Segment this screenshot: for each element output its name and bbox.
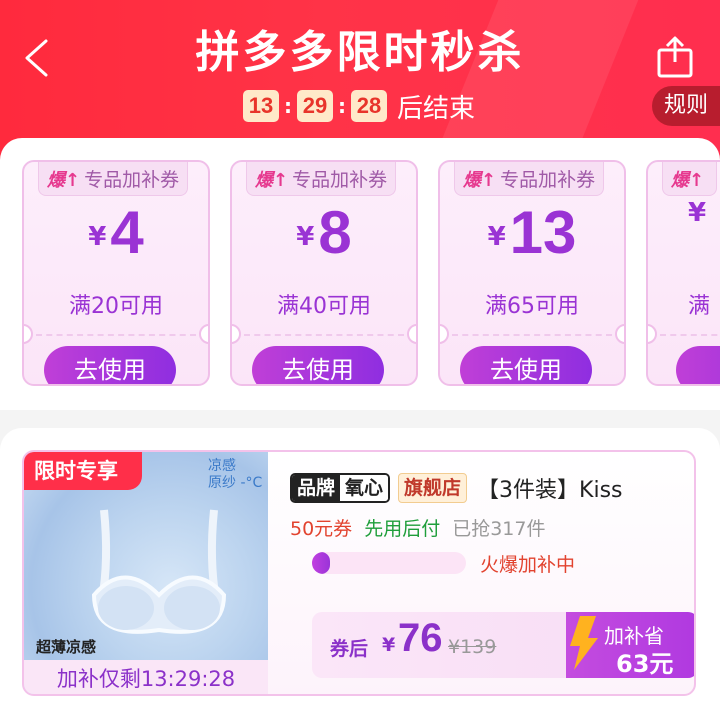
coupon-label: 50元券: [290, 518, 353, 540]
cool-label-line-1: 凉感: [208, 458, 236, 474]
countdown-suffix: 后结束: [397, 93, 476, 124]
rules-button[interactable]: 规则: [652, 86, 720, 126]
coupon-divider: [452, 334, 612, 336]
coupon-value: 8: [318, 199, 352, 266]
currency-symbol: ¥: [487, 222, 506, 252]
coupon-notch: [440, 324, 449, 344]
pay-later-label: 先用后付: [364, 518, 441, 540]
use-coupon-button[interactable]: [676, 346, 720, 384]
coupon-panel: 爆↑ 专品加补券 ¥4 满20可用 去使用 爆↑ 专品加补券 ¥8 满40可用 …: [0, 138, 720, 410]
currency-symbol: ¥: [688, 198, 707, 228]
progress-text: 火爆加补中: [480, 554, 576, 576]
countdown-separator: :: [284, 94, 292, 118]
coupon-amount: ¥8: [232, 198, 416, 267]
coupon-notch: [24, 324, 33, 344]
progress-fill: [312, 552, 331, 574]
coupon-divider: [244, 334, 404, 336]
hot-icon: 爆↑: [671, 169, 705, 191]
coupon-amount: ¥: [648, 198, 720, 233]
hot-icon: 爆↑: [463, 169, 497, 191]
countdown-minutes: 29: [297, 90, 333, 122]
page-title: 拼多多限时秒杀: [195, 27, 525, 78]
coupon-divider: [36, 334, 196, 336]
coupon-condition: 满40可用: [277, 294, 371, 319]
coupon-notch: [232, 324, 241, 344]
coupon-condition: 满65可用: [485, 294, 579, 319]
coupon-amount: ¥4: [24, 198, 208, 267]
coupon-notch: [407, 324, 416, 344]
price-current: 76: [398, 616, 443, 660]
lightning-icon: [570, 616, 598, 670]
savings-value: 63元: [616, 650, 674, 678]
product-image[interactable]: 限时专享 凉感 原纱 -°C 超薄凉感 加补仅剩13:29:28: [24, 452, 268, 694]
countdown-hours: 13: [243, 90, 279, 122]
product-meta: 50元券 先用后付 已抢317件: [290, 514, 545, 541]
price-bar[interactable]: 券后 ¥ 76 ¥139 加补省 63元: [312, 612, 694, 678]
coupon-tag: 爆↑ 专品加补券: [38, 162, 189, 196]
cool-fabric-label: 凉感 原纱 -°C: [208, 458, 262, 492]
currency-symbol: ¥: [88, 222, 107, 252]
sold-count: 已抢317件: [452, 518, 546, 540]
brand-name: 氧心: [340, 475, 389, 501]
coupon-card[interactable]: 爆↑ ¥ 满: [646, 160, 720, 386]
brand-tag-label: 品牌: [292, 475, 341, 501]
product-section: 限时专享 凉感 原纱 -°C 超薄凉感 加补仅剩13:29:28 品牌 氧心 旗…: [0, 410, 720, 710]
coupon-notch: [615, 324, 624, 344]
use-coupon-button[interactable]: 去使用: [44, 346, 176, 384]
countdown: 13 : 29 : 28 后结束: [243, 88, 475, 124]
subsidy-countdown: 加补仅剩13:29:28: [24, 660, 268, 694]
coupon-card[interactable]: 爆↑ 专品加补券 ¥8 满40可用 去使用: [230, 160, 418, 386]
coupon-tag-label: 专品加补券: [84, 169, 180, 191]
hot-icon: 爆↑: [255, 169, 289, 191]
product-bra-image: [91, 509, 227, 634]
coupon-divider: [660, 334, 720, 336]
header: 拼多多限时秒杀 13 : 29 : 28 后结束 规则: [0, 0, 720, 160]
share-icon[interactable]: [656, 36, 694, 78]
product-item[interactable]: 限时专享 凉感 原纱 -°C 超薄凉感 加补仅剩13:29:28 品牌 氧心 旗…: [22, 450, 696, 696]
subsidy-progress-bar: [312, 552, 466, 574]
coupon-condition: 满: [688, 294, 711, 319]
coupon-tag: 爆↑ 专品加补券: [246, 162, 397, 196]
coupon-notch: [648, 324, 657, 344]
coupon-tag: 爆↑: [662, 162, 718, 196]
coupon-value: 13: [509, 199, 577, 266]
coupon-tag: 爆↑ 专品加补券: [454, 162, 605, 196]
limited-offer-badge: 限时专享: [24, 452, 142, 490]
coupon-card[interactable]: 爆↑ 专品加补券 ¥4 满20可用 去使用: [22, 160, 210, 386]
coupon-card[interactable]: 爆↑ 专品加补券 ¥13 满65可用 去使用: [438, 160, 626, 386]
product-title-row: 品牌 氧心 旗舰店 【3件装】Kiss: [290, 472, 623, 504]
price-currency: ¥: [382, 634, 396, 656]
price-original: ¥139: [448, 636, 497, 658]
countdown-seconds: 28: [351, 90, 387, 122]
use-coupon-button[interactable]: 去使用: [252, 346, 384, 384]
coupon-notch: [199, 324, 208, 344]
currency-symbol: ¥: [296, 222, 315, 252]
product-title: 【3件装】Kiss: [477, 478, 623, 503]
coupon-condition: 满20可用: [69, 294, 163, 319]
coupon-amount: ¥13: [440, 198, 624, 267]
product-info: 品牌 氧心 旗舰店 【3件装】Kiss 50元券 先用后付 已抢317件 火爆加…: [290, 452, 694, 694]
hot-icon: 爆↑: [47, 169, 81, 191]
coupon-tag-label: 专品加补券: [292, 169, 388, 191]
coupon-value: 4: [110, 199, 144, 266]
countdown-separator: :: [338, 94, 346, 118]
brand-tag: 品牌 氧心: [290, 473, 391, 503]
cool-label-line-2: 原纱 -°C: [208, 475, 263, 491]
thin-cool-label: 超薄凉感: [36, 638, 97, 656]
flagship-badge: 旗舰店: [398, 473, 468, 503]
coupon-tag-label: 专品加补券: [500, 169, 596, 191]
price-prefix: 券后: [330, 638, 369, 660]
use-coupon-button[interactable]: 去使用: [460, 346, 592, 384]
product-card: 限时专享 凉感 原纱 -°C 超薄凉感 加补仅剩13:29:28 品牌 氧心 旗…: [0, 428, 720, 710]
